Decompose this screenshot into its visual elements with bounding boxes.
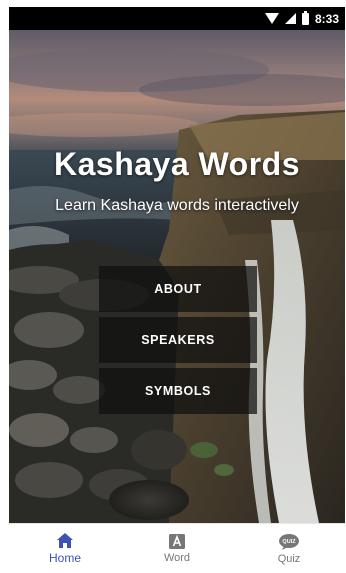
home-icon [56,532,74,549]
svg-text:QUIZ: QUIZ [282,539,296,545]
app-subtitle: Learn Kashaya words interactively [55,197,299,214]
symbols-button[interactable]: SYMBOLS [99,368,257,414]
status-time: 8:33 [314,11,339,26]
app-screen: 8:33 Kashaya Words Learn Kashaya words i… [0,0,346,573]
bottom-navigation: Home Word QUIZ Quiz [9,523,345,573]
signal-icon [284,13,296,24]
nav-label-home: Home [48,551,81,565]
nav-item-word[interactable]: Word [121,524,233,573]
nav-item-home[interactable]: Home [9,524,121,573]
battery-icon [301,10,309,25]
nav-label-quiz: Quiz [277,552,301,565]
app-title: Kashaya Words [54,146,300,182]
status-bar: 8:33 [9,7,345,30]
quiz-icon: QUIZ [278,533,300,551]
hero-background: Kashaya Words Learn Kashaya words intera… [9,30,345,523]
about-button[interactable]: ABOUT [99,266,257,312]
word-icon [168,533,186,550]
nav-item-quiz[interactable]: QUIZ Quiz [233,524,345,573]
speakers-button[interactable]: SPEAKERS [99,317,257,363]
wifi-icon [264,13,279,24]
nav-label-word: Word [163,552,191,564]
